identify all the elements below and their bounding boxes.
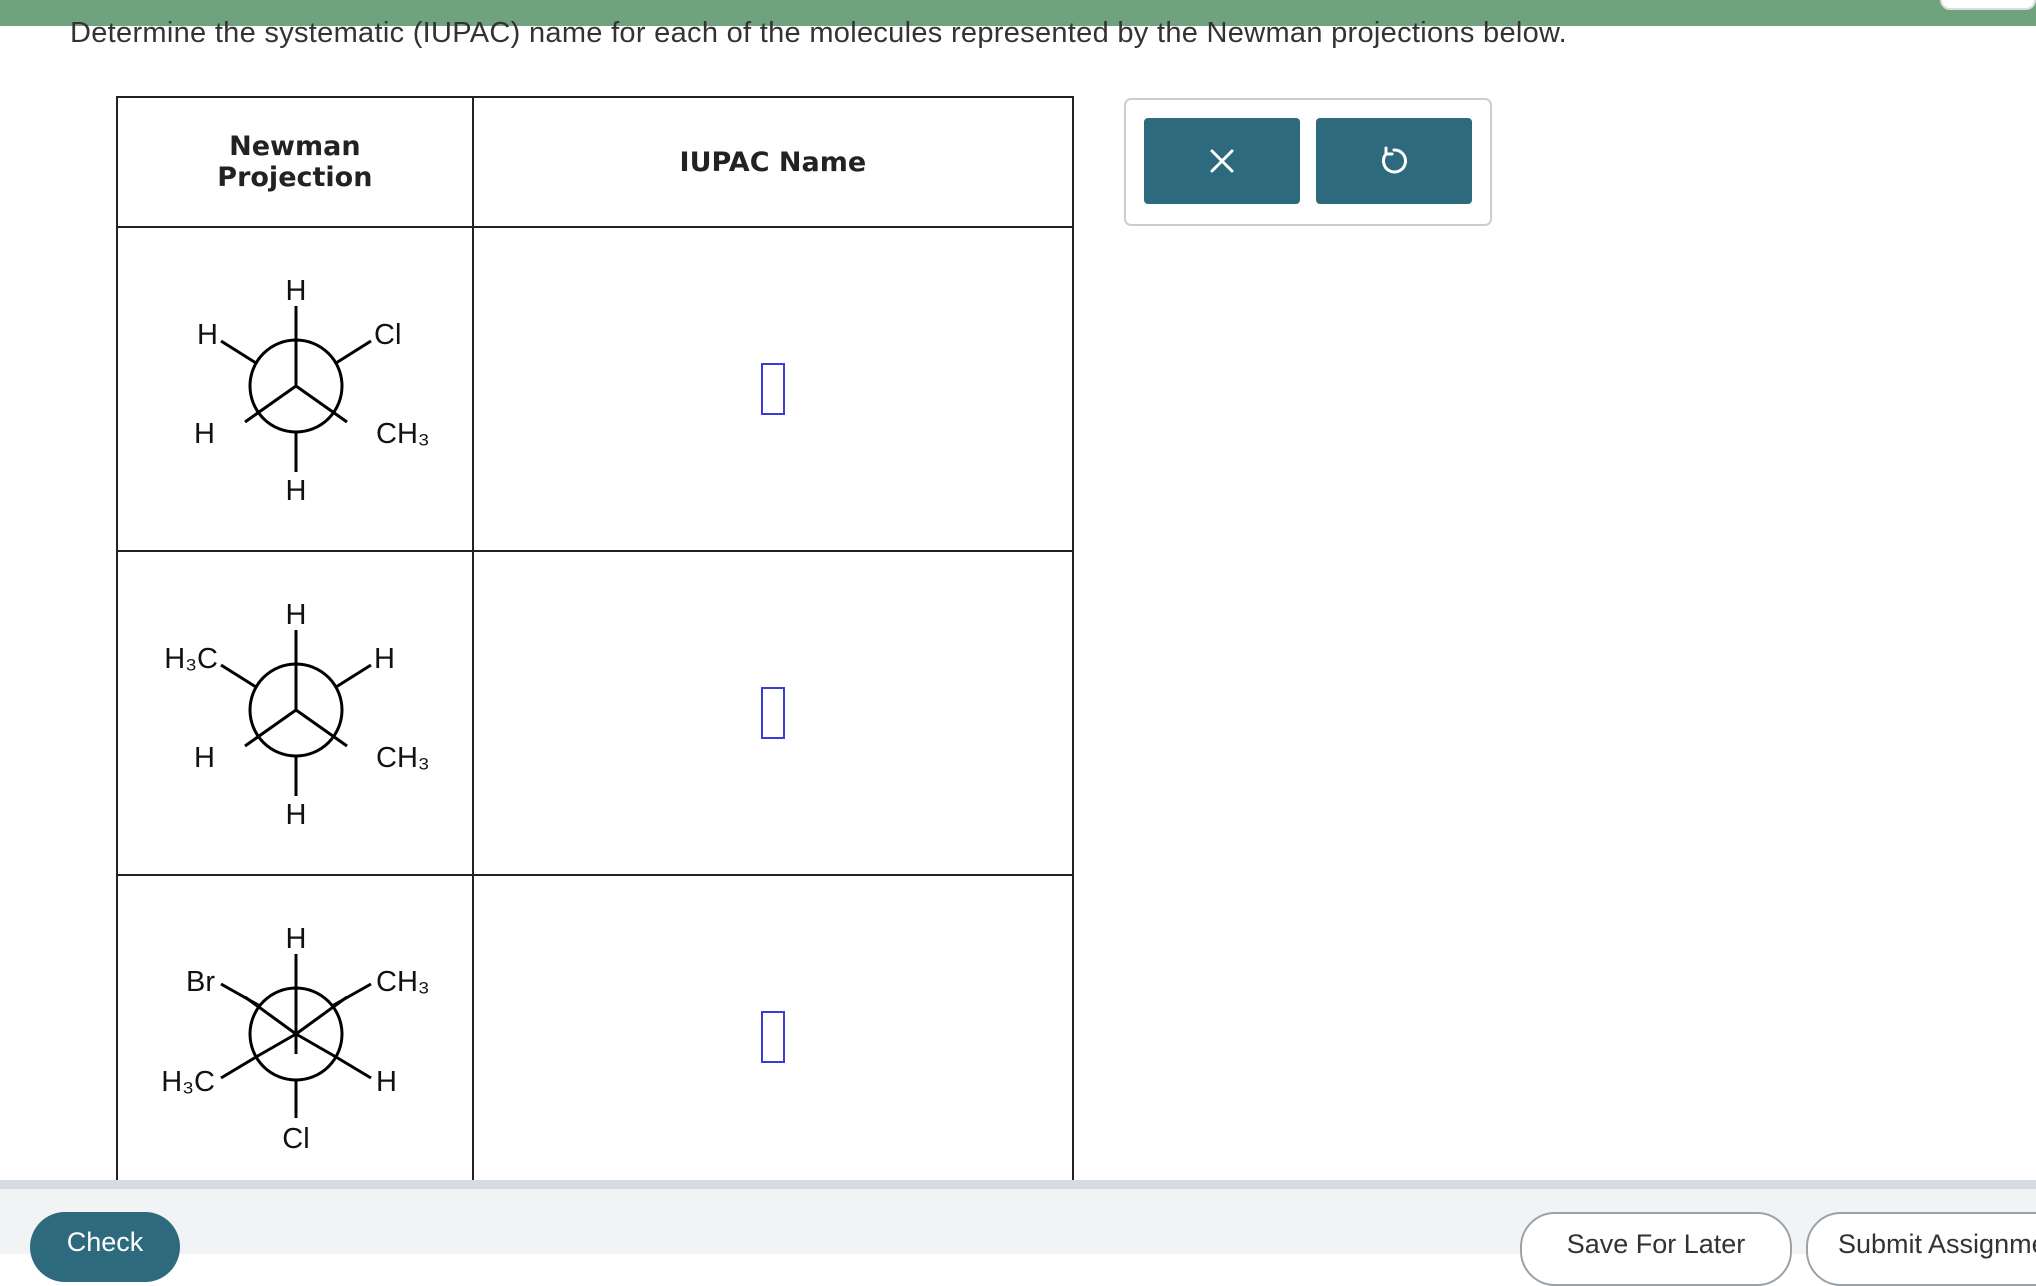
table-row: H H CH₃ H Cl H (116, 226, 1075, 552)
back-upper-right-substituent: H (374, 643, 395, 675)
front-bond-down-left (255, 1032, 297, 1059)
newman-projection-3: H Cl Br CH₃ H₃C H (116, 874, 474, 1200)
header-newman-projection: Newman Projection (116, 96, 474, 228)
front-top-substituent: H (286, 599, 307, 631)
front-bottom-substituent: Cl (282, 1123, 309, 1155)
newman-drawing-3: H Cl Br CH₃ H₃C H (161, 923, 430, 1155)
save-for-later-button[interactable]: Save For Later (1520, 1212, 1792, 1286)
answer-input-3[interactable] (760, 1010, 785, 1063)
back-bond-upper-right (335, 663, 372, 689)
check-button[interactable]: Check (30, 1212, 180, 1282)
close-x-icon (1210, 149, 1234, 173)
table-row: H Cl Br CH₃ H₃C H (116, 874, 1075, 1200)
top-right-button[interactable] (1940, 0, 2036, 10)
header-row: Newman Projection IUPAC Name (116, 96, 1075, 228)
back-upper-right-substituent: CH₃ (376, 966, 430, 998)
front-lower-left-substituent: H (194, 742, 215, 774)
back-lower-left-substituent: H₃C (161, 1066, 215, 1098)
header-newman-line1: Newman (229, 131, 361, 162)
front-top-substituent: H (286, 923, 307, 955)
newman-projection-2: H H CH₃ H₃C H H (116, 550, 474, 876)
header-iupac-name: IUPAC Name (471, 96, 1075, 228)
back-bond-upper-right (331, 982, 372, 1008)
question-text: Determine the systematic (IUPAC) name fo… (70, 17, 1568, 49)
back-bottom-substituent: H (286, 799, 307, 831)
back-bond-lower-left (220, 1055, 257, 1080)
tool-panel (1124, 98, 1492, 226)
back-bond-upper-left (220, 982, 261, 1008)
back-upper-left-substituent: H (197, 319, 218, 351)
back-bond-upper-right (335, 339, 372, 365)
question-table: Newman Projection IUPAC Name H H CH₃ H C… (116, 96, 1075, 1200)
iupac-answer-cell-3[interactable] (471, 874, 1075, 1200)
clear-button[interactable] (1144, 118, 1300, 204)
answer-input-2[interactable] (760, 686, 785, 739)
answer-input-1[interactable] (760, 362, 785, 415)
back-upper-left-substituent: Br (186, 966, 215, 998)
back-upper-left-substituent: H₃C (164, 643, 218, 675)
header-newman-line2: Projection (217, 162, 373, 193)
back-upper-right-substituent: Cl (374, 319, 401, 351)
front-top-substituent: H (286, 275, 307, 307)
footer-bar: Check Save For Later Submit Assignment (0, 1180, 2036, 1286)
undo-button[interactable] (1316, 118, 1472, 204)
newman-drawing-1: H H CH₃ H Cl H (194, 275, 430, 507)
submit-assignment-button[interactable]: Submit Assignment (1806, 1212, 2036, 1286)
iupac-answer-cell-1[interactable] (471, 226, 1075, 552)
back-lower-right-substituent: H (376, 1066, 397, 1098)
back-bond-lower-right (335, 1055, 372, 1080)
front-lower-right-substituent: CH₃ (376, 418, 430, 450)
newman-drawing-2: H H CH₃ H₃C H H (164, 599, 430, 831)
back-bottom-substituent: H (286, 475, 307, 507)
iupac-answer-cell-2[interactable] (471, 550, 1075, 876)
front-bond-down-right (295, 1032, 337, 1059)
undo-arrow-icon (1382, 146, 1407, 174)
table-row: H H CH₃ H₃C H H (116, 550, 1075, 876)
newman-projection-1: H H CH₃ H Cl H (116, 226, 474, 552)
front-lower-left-substituent: H (194, 418, 215, 450)
front-lower-right-substituent: CH₃ (376, 742, 430, 774)
back-bond-upper-left (220, 663, 257, 689)
back-bond-upper-left (220, 339, 257, 365)
